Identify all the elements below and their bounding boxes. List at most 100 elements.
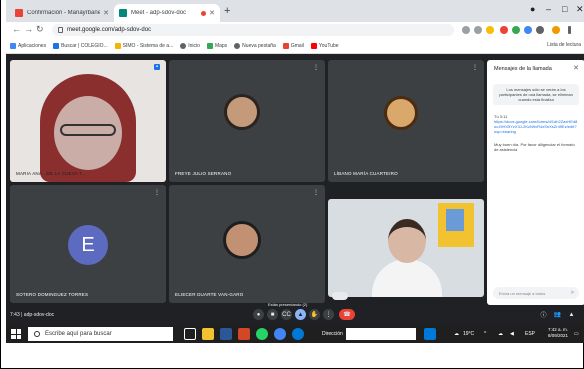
tray-chevron-icon[interactable]: ^	[484, 331, 486, 337]
network-icon[interactable]: ☁	[498, 331, 503, 337]
zoom-icon[interactable]	[474, 26, 482, 34]
bookmark-nueva-pestana[interactable]: Nueva pestaña	[234, 42, 276, 49]
present-button[interactable]: ▲	[295, 309, 306, 320]
maximize-button[interactable]: □	[562, 4, 567, 14]
volume-icon[interactable]: ◀	[510, 331, 514, 337]
participant-avatar	[384, 96, 418, 130]
file-explorer-icon[interactable]	[202, 328, 214, 340]
participant-tile[interactable]: ▪ MARIA ANA...DE LA CUEVA T...	[10, 60, 166, 182]
globe-icon	[234, 42, 241, 49]
edge-icon[interactable]	[292, 328, 304, 340]
pin-icon[interactable]: ▪	[153, 64, 160, 70]
weather-icon[interactable]: ☁	[454, 331, 459, 337]
weather-temperature: 19°C	[463, 331, 475, 337]
address-bar-row: ← → ↻ meet.google.com/adp-sdov-doc	[6, 22, 584, 38]
extension-icon[interactable]	[524, 26, 532, 34]
outer-frame: Confirmación - Mariayrbanega... ✕ Meet -…	[0, 0, 584, 369]
more-options-icon[interactable]: ⋮	[313, 64, 319, 71]
bookmark-label: Inicio	[188, 42, 200, 49]
participant-tile[interactable]: ⋮ LÍBANO MARÍA CUARTEIRO	[328, 60, 484, 182]
chat-message: Muy buen día. Por favor diligenciar el f…	[494, 142, 575, 152]
more-options-icon[interactable]: ⋮	[313, 189, 319, 196]
bookmark-youtube[interactable]: YouTube	[310, 42, 339, 49]
taskbar-search-placeholder: Escribe aquí para buscar	[45, 331, 112, 337]
bookmark-inicio[interactable]: Inicio	[180, 42, 200, 49]
close-icon[interactable]: ✕	[573, 64, 579, 72]
new-tab-button[interactable]: +	[224, 5, 230, 17]
send-icon[interactable]: ➤	[570, 289, 575, 296]
participant-tile[interactable]: ⋮ FREYE JULIO SERRANO	[169, 60, 325, 182]
microphone-button[interactable]: ●	[253, 309, 264, 320]
taskbar-clock[interactable]: 7:42 a. m. 8/09/2021	[548, 327, 568, 339]
participant-name: FREYE JULIO SERRANO	[175, 171, 232, 176]
bookmark-aplicaciones[interactable]: Aplicaciones	[10, 42, 47, 49]
people-icon[interactable]: 👥	[552, 309, 563, 320]
bookmark-gmail[interactable]: Gmail	[282, 42, 304, 49]
close-tab-icon[interactable]: ✕	[209, 9, 215, 17]
bookmark-label: SIMO - Sistema de a...	[122, 42, 174, 49]
participant-name: SOTERO DOMINGUEZ TORRES	[16, 292, 89, 297]
chat-input[interactable]: Envía un mensaje a todos ➤	[493, 287, 579, 299]
puzzle-icon[interactable]	[536, 26, 544, 34]
info-icon[interactable]: ⓘ	[538, 309, 549, 320]
bookmark-simo[interactable]: SIMO - Sistema de a...	[114, 42, 174, 49]
bookmark-label: Buscar | COLEGIO...	[61, 42, 108, 49]
cast-icon[interactable]	[462, 26, 470, 34]
profile-avatar[interactable]	[552, 26, 560, 34]
more-options-icon[interactable]: ⋮	[472, 64, 478, 71]
participant-tile[interactable]: E ⋮ SOTERO DOMINGUEZ TORRES	[10, 185, 166, 303]
task-view-icon[interactable]	[184, 328, 196, 340]
star-icon[interactable]	[486, 26, 494, 34]
extension-icon[interactable]	[500, 26, 508, 34]
language-indicator[interactable]: ESP	[525, 331, 535, 337]
maps-icon	[206, 42, 213, 49]
participant-name: MARIA ANA...DE LA CUEVA T...	[16, 171, 86, 176]
desktop-screen: Confirmación - Mariayrbanega... ✕ Meet -…	[6, 0, 584, 343]
forward-button[interactable]: →	[24, 24, 33, 34]
folder-icon	[114, 42, 121, 49]
tab-meet[interactable]: Meet - adp-sdov-doc ✕	[114, 4, 220, 22]
close-window-button[interactable]: ✕	[576, 4, 584, 15]
bookmark-label: Aplicaciones	[18, 42, 47, 49]
minimize-button[interactable]: –	[546, 4, 551, 14]
word-icon[interactable]	[220, 328, 232, 340]
gmail-icon	[15, 9, 23, 17]
end-call-button[interactable]: ☎	[339, 309, 355, 320]
participant-name: ELIECER DUARTE VAN-GARO	[175, 292, 244, 297]
bookmark-colegio[interactable]: Buscar | COLEGIO...	[53, 42, 108, 49]
more-options-icon[interactable]: ⋮	[323, 309, 334, 320]
participant-tile[interactable]: ⋮ ELIECER DUARTE VAN-GARO	[169, 185, 325, 303]
participant-shirt	[372, 259, 442, 297]
back-button[interactable]: ←	[12, 24, 21, 34]
notifications-icon[interactable]: ▭	[574, 331, 579, 337]
message-link[interactable]: https://docs.google.com/forms/d/1dh2ZaxH…	[494, 119, 578, 134]
extension-icon[interactable]	[512, 26, 520, 34]
raise-hand-button[interactable]: ✋	[309, 309, 320, 320]
self-view-tile[interactable]	[328, 199, 484, 297]
powerpoint-icon[interactable]	[238, 328, 250, 340]
meet-icon	[119, 9, 127, 17]
url-field[interactable]: meet.google.com/adp-sdov-doc	[52, 24, 454, 36]
more-options-icon[interactable]: ⋮	[154, 189, 160, 196]
tab-label: Confirmación - Mariayrbanega...	[27, 10, 101, 16]
chat-input-placeholder: Envía un mensaje a todos	[499, 290, 546, 296]
close-tab-icon[interactable]: ✕	[103, 9, 109, 17]
camera-button[interactable]: ■	[267, 309, 278, 320]
address-toolbar-input[interactable]	[346, 328, 416, 340]
menu-icon[interactable]	[568, 26, 571, 34]
dropbox-icon[interactable]	[424, 328, 436, 340]
bookmark-maps[interactable]: Maps	[206, 42, 227, 49]
windows-start-icon[interactable]	[11, 329, 21, 339]
bookmarks-bar: Aplicaciones Buscar | COLEGIO... SIMO - …	[6, 38, 584, 54]
chrome-icon[interactable]	[274, 328, 286, 340]
captions-button[interactable]: CC	[281, 309, 292, 320]
whatsapp-icon[interactable]	[256, 328, 268, 340]
self-view-options-icon[interactable]	[332, 292, 348, 300]
tab-search-icon[interactable]: ●	[530, 4, 535, 14]
reload-button[interactable]: ↻	[36, 24, 44, 35]
chat-icon[interactable]: ▲	[566, 309, 577, 320]
letter-avatar: E	[68, 225, 108, 265]
tab-confirmacion[interactable]: Confirmación - Mariayrbanega... ✕	[10, 4, 114, 22]
reading-list-button[interactable]: Lista de lectura	[547, 42, 581, 48]
taskbar-search-input[interactable]: Escribe aquí para buscar	[28, 327, 173, 341]
